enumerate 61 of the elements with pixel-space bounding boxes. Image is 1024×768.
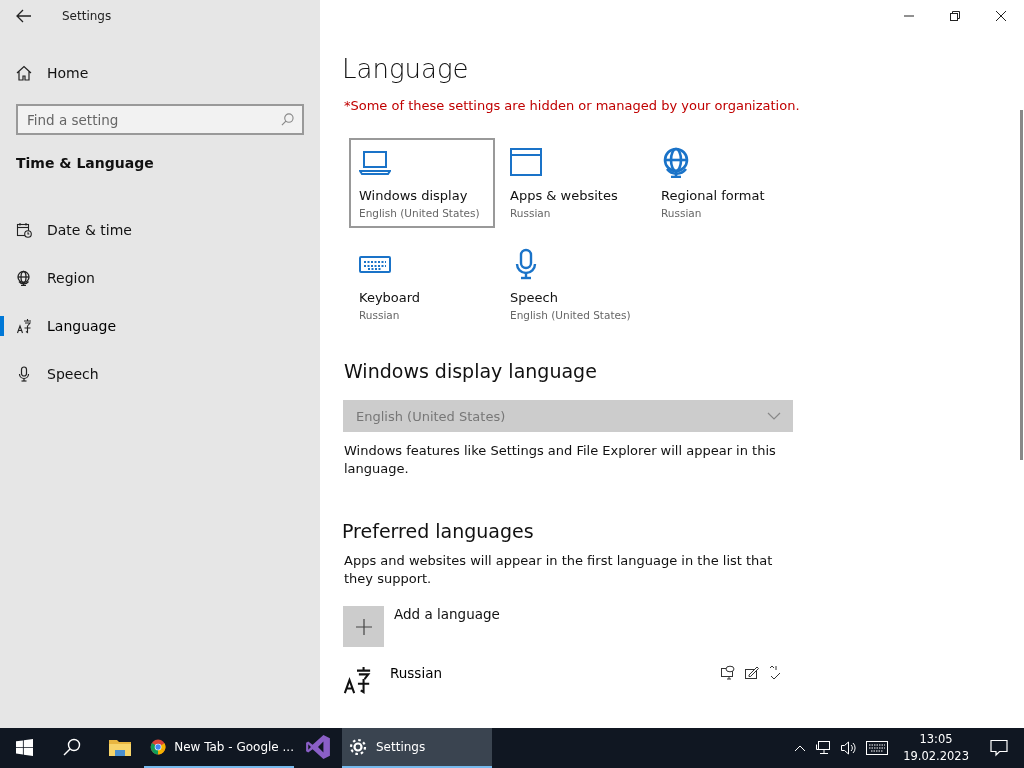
tile-value: English (United States)	[359, 207, 481, 219]
speaker-icon[interactable]	[840, 740, 858, 756]
tile-value: Russian	[510, 207, 552, 219]
settings-tile[interactable]: Apps & websites Russian	[500, 138, 646, 228]
window-icon	[510, 146, 542, 178]
scrollbar[interactable]	[1020, 110, 1023, 460]
tile-title: Keyboard	[359, 290, 422, 305]
tile-title: Apps & websites	[510, 188, 619, 203]
nav-item[interactable]: Region	[16, 254, 304, 302]
search-field[interactable]: Find a setting	[16, 104, 304, 135]
notification-icon[interactable]	[990, 739, 1008, 757]
search-icon	[63, 738, 81, 756]
chevron-up-icon[interactable]	[794, 744, 807, 752]
window-title: Settings	[62, 9, 112, 23]
settings-icon	[348, 737, 368, 757]
settings-tile[interactable]: Windows display English (United States)	[349, 138, 495, 228]
clock[interactable]: 13:05 19.02.2023	[903, 731, 969, 765]
folder-icon	[109, 738, 131, 756]
settings-tile[interactable]: Keyboard Russian	[349, 240, 495, 330]
nav-item[interactable]: Language	[16, 302, 304, 350]
section-heading: Preferred languages	[342, 520, 535, 542]
tile-title: Speech	[510, 290, 559, 305]
tile-value: Russian	[661, 207, 703, 219]
clock-time: 13:05	[919, 731, 953, 748]
tile-value: English (United States)	[510, 309, 632, 321]
tile-value: Russian	[359, 309, 401, 321]
microphone-icon	[16, 366, 32, 382]
chevron-down-icon	[767, 412, 781, 420]
home-icon	[16, 65, 32, 81]
language-icon	[16, 318, 32, 334]
globe-icon	[16, 270, 32, 286]
display-speech-icon	[720, 665, 736, 681]
description-text: Windows features like Settings and File Explorer will appear in this language.	[344, 442, 777, 478]
home-link[interactable]: Home	[16, 49, 304, 97]
spellcheck-icon	[768, 665, 782, 681]
back-arrow-icon[interactable]	[16, 9, 32, 23]
search-icon	[281, 113, 294, 126]
plus-icon	[354, 617, 373, 636]
calendar-icon	[16, 222, 32, 238]
windows-logo-icon	[15, 738, 33, 756]
tile-title: Regional format	[661, 188, 766, 203]
nav-item[interactable]: Date & time	[16, 206, 304, 254]
add-language-button[interactable]: Add a language	[343, 606, 503, 647]
description-text: Apps and websites will appear in the first language in the list that they support.	[344, 552, 774, 588]
preferred-language-row[interactable]: Russian	[342, 665, 782, 695]
nav-item[interactable]: Speech	[16, 350, 304, 398]
section-title: Time & Language	[16, 155, 155, 171]
infinity-logo-icon	[305, 734, 331, 760]
keyboard-icon[interactable]	[866, 741, 889, 755]
pen-icon	[744, 665, 760, 681]
page-title: Language	[342, 54, 470, 84]
settings-tile[interactable]: Speech English (United States)	[500, 240, 646, 330]
network-icon[interactable]	[815, 740, 832, 756]
notice-text: *Some of these settings are hidden or managed by your organization.	[344, 98, 801, 113]
language-icon	[342, 665, 372, 695]
taskbar-button[interactable]: Settings	[342, 728, 492, 768]
tile-title: Windows display	[359, 188, 469, 203]
clock-date: 19.02.2023	[903, 748, 969, 765]
settings-tile[interactable]: Regional format Russian	[651, 138, 797, 228]
taskbar-button[interactable]: New Tab - Google ...	[144, 728, 294, 768]
section-heading: Windows display language	[344, 360, 598, 382]
